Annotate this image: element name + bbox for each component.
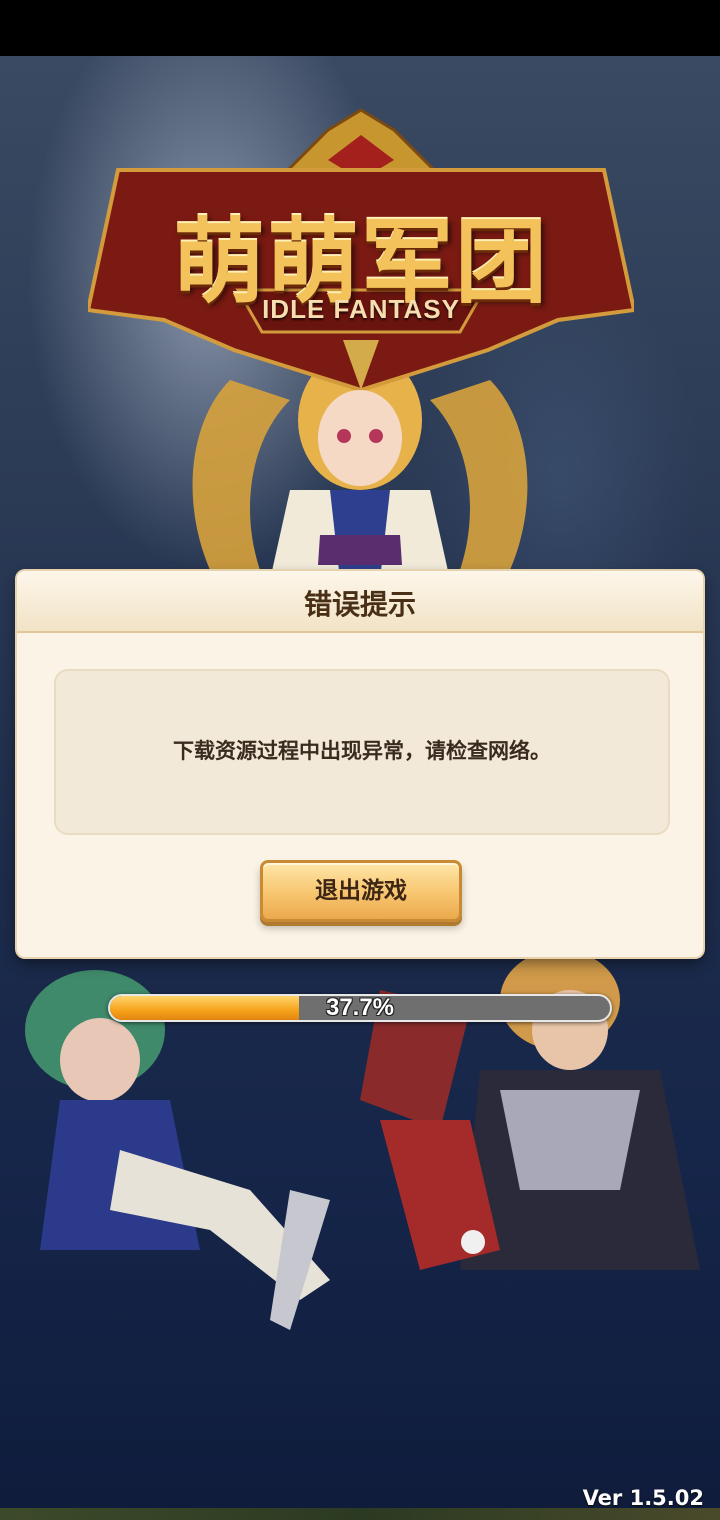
- progress-percentage: 37.7%: [325, 994, 395, 1021]
- game-screen: 萌萌军团 IDLE FANTASY 错误提示 下载资源过程中出现异常，请检查网络…: [0, 0, 720, 1520]
- game-logo: 萌萌军团 IDLE FANTASY: [88, 100, 634, 390]
- version-label: Ver 1.5.02: [582, 1486, 704, 1510]
- error-message: 下载资源过程中出现异常，请检查网络。: [173, 739, 551, 763]
- dialog-title: 错误提示: [303, 588, 416, 621]
- dialog-header: 错误提示: [17, 571, 703, 633]
- loading-progress-bar: 37.7%: [108, 994, 612, 1022]
- logo-subtitle: IDLE FANTASY: [262, 294, 460, 324]
- message-box: 下载资源过程中出现异常，请检查网络。: [54, 669, 670, 835]
- exit-game-button[interactable]: 退出游戏: [260, 860, 462, 922]
- error-dialog: 错误提示 下载资源过程中出现异常，请检查网络。 退出游戏: [17, 571, 703, 957]
- status-bar: [0, 0, 720, 56]
